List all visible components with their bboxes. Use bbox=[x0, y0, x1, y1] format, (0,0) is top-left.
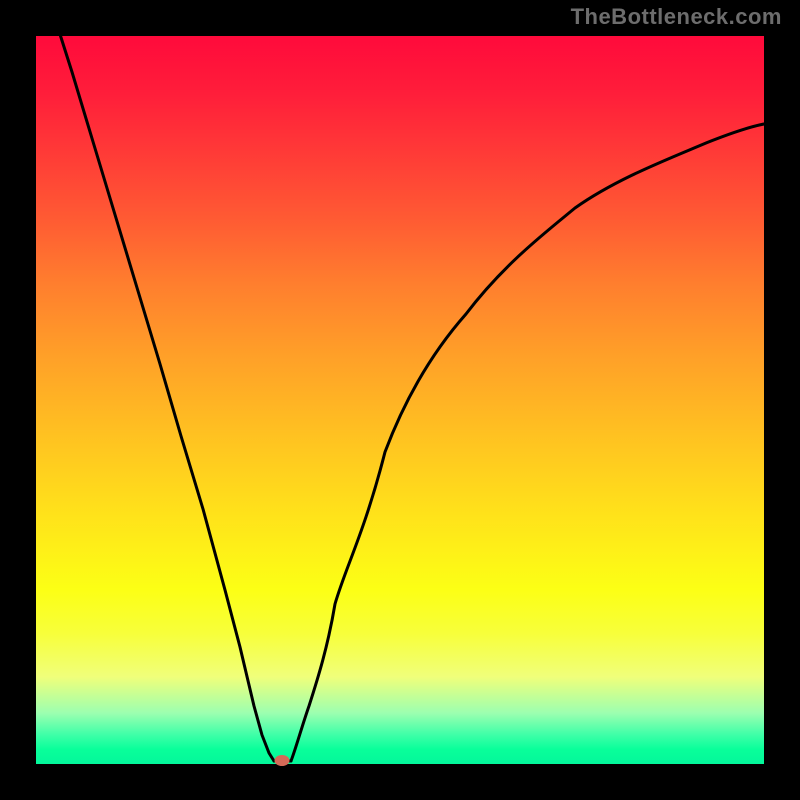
right-branch-path bbox=[291, 124, 764, 761]
plot-area bbox=[36, 36, 764, 764]
bottleneck-marker bbox=[275, 756, 289, 766]
left-branch-path bbox=[58, 28, 274, 761]
curve-layer bbox=[36, 36, 764, 764]
chart-frame: TheBottleneck.com bbox=[0, 0, 800, 800]
watermark-text: TheBottleneck.com bbox=[571, 4, 782, 30]
